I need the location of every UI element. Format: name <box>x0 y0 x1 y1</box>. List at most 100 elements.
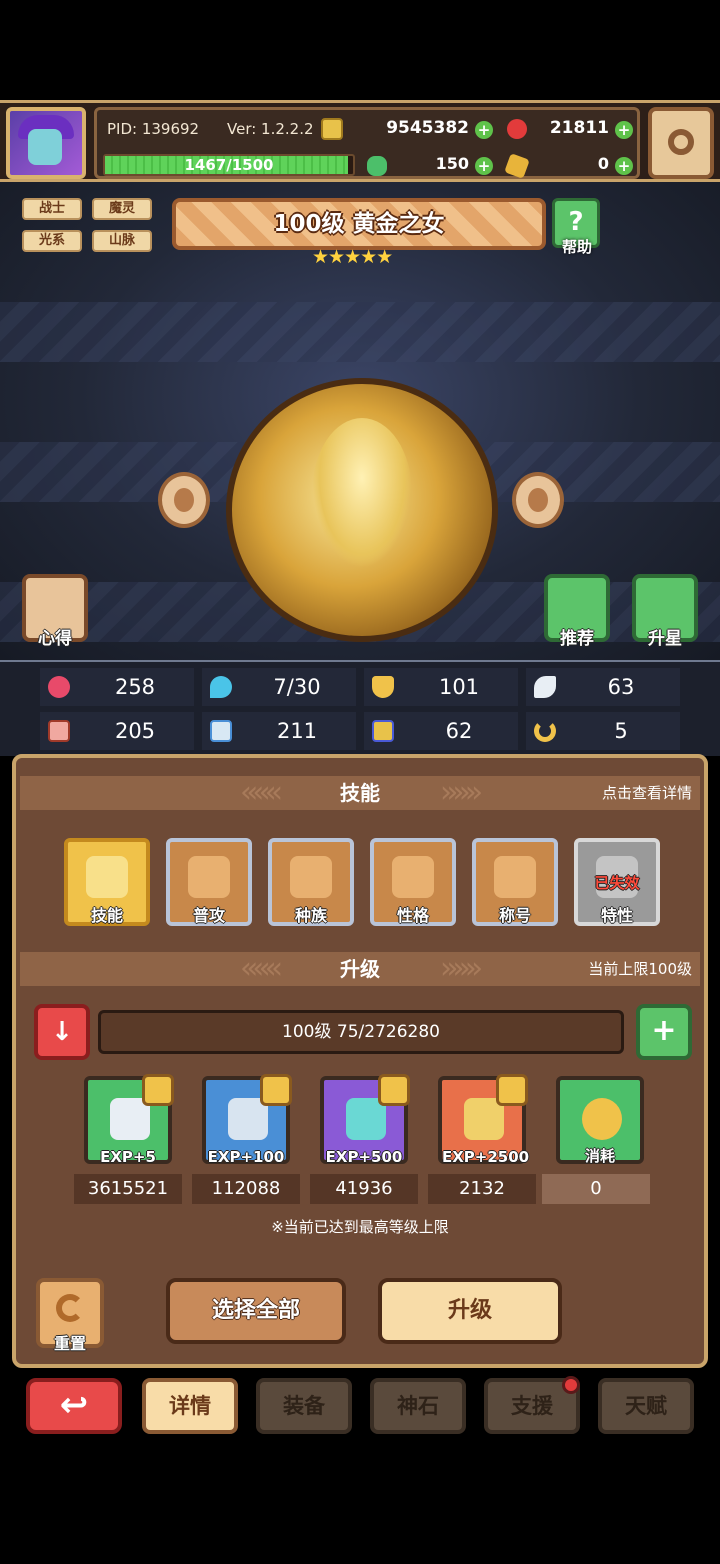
tab-equipment[interactable]: 装备 <box>256 1378 352 1434</box>
key-icon <box>504 153 530 179</box>
refresh-icon <box>56 1294 84 1322</box>
stat-value: 62 <box>445 719 473 743</box>
exp-item-label: EXP+2500 <box>442 1148 530 1166</box>
tab-divine-stone[interactable]: 神石 <box>370 1378 466 1434</box>
exp-item-count: 2132 <box>428 1174 536 1204</box>
tag-race: 魔灵 <box>92 198 152 220</box>
scroll-icon <box>372 720 394 742</box>
skill-slot-personality[interactable]: 性格 <box>370 838 456 926</box>
key-amount: 0 <box>597 154 609 173</box>
stat-value: 5 <box>614 719 628 743</box>
trait-expired-label: 已失效 <box>594 874 640 892</box>
hexagram-icon <box>290 856 332 898</box>
hero-star-rating: ★★★★★ <box>312 246 393 268</box>
ruby-amount: 21811 <box>549 118 609 138</box>
add-stamina-button[interactable]: + <box>475 157 493 175</box>
stat-hp: 258 <box>40 668 194 706</box>
upgrade-button[interactable]: 升级 <box>378 1278 562 1344</box>
exp-cost-count: 0 <box>542 1174 650 1204</box>
gear-icon <box>668 129 694 155</box>
skill-label: 普攻 <box>192 906 225 925</box>
exp-item-5[interactable]: EXP+5 <box>84 1074 174 1166</box>
player-exp-bar: 1467/1500 <box>103 154 355 176</box>
exp-item-label: 消耗 <box>584 1147 615 1165</box>
player-avatar[interactable] <box>6 107 86 179</box>
back-button[interactable]: ↩ <box>26 1378 122 1434</box>
gold-coin-icon <box>582 1098 622 1140</box>
hero-scene: 战士 魔灵 光系 山脉 100级 黄金之女 ★★★★★ ? 帮助 心得 推荐 升… <box>0 182 720 660</box>
top-header: PID: 139692 Ver: 1.2.2.2 9545382 + 21811… <box>0 100 720 182</box>
clover-icon <box>367 156 387 176</box>
chevron-right-icon: »»» <box>440 775 483 810</box>
level-down-button[interactable]: ↓ <box>34 1004 90 1060</box>
coin-badge-icon <box>378 1074 410 1106</box>
select-all-button[interactable]: 选择全部 <box>166 1278 346 1344</box>
cave-background <box>0 302 720 362</box>
player-id: PID: 139692 <box>107 120 200 138</box>
tab-talent[interactable]: 天赋 <box>598 1378 694 1434</box>
skill-slot-normal-attack[interactable]: 普攻 <box>166 838 252 926</box>
bottom-tab-bar: ↩ 详情 装备 神石 支援 天赋 <box>0 1374 720 1440</box>
exp-item-label: EXP+500 <box>325 1148 403 1166</box>
stat-value: 258 <box>114 675 156 699</box>
skill-label: 种族 <box>294 906 327 925</box>
hero-title-banner: 100级 黄金之女 <box>172 198 546 250</box>
stat-speed: 63 <box>526 668 680 706</box>
skills-section-header: ««« 技能 »»» 点击查看详情 <box>20 776 700 810</box>
resource-panel: PID: 139692 Ver: 1.2.2.2 9545382 + 21811… <box>94 107 640 179</box>
stat-attack: 205 <box>40 712 194 750</box>
skill-slot-skill[interactable]: 技能 <box>64 838 150 926</box>
skill-label: 性格 <box>396 906 429 925</box>
stat-value: 205 <box>114 719 156 743</box>
shield-icon <box>372 676 394 698</box>
avatar-face <box>28 129 62 165</box>
tab-details[interactable]: 详情 <box>142 1378 238 1434</box>
coin-badge-icon <box>260 1074 292 1106</box>
tag-terrain: 山脉 <box>92 230 152 252</box>
skill-label: 特性 <box>600 906 633 925</box>
golden-girl-sprite <box>312 418 412 568</box>
notes-label: 心得 <box>38 629 72 649</box>
settings-button[interactable] <box>648 107 714 179</box>
hero-title: 100级 黄金之女 <box>273 211 445 237</box>
star-up-label: 升星 <box>648 629 682 649</box>
exp-item-500[interactable]: EXP+500 <box>320 1074 410 1166</box>
coin-badge-icon <box>496 1074 528 1106</box>
exp-item-count: 112088 <box>192 1174 300 1204</box>
hero-portrait <box>226 378 498 642</box>
hero-stats: 258 7/30 101 63 205 211 62 5 <box>0 660 720 756</box>
skill-slot-trait[interactable]: 已失效 特性 <box>574 838 660 926</box>
coin-badge-icon <box>142 1074 174 1106</box>
skill-slot-title[interactable]: 称号 <box>472 838 558 926</box>
recommend-label: 推荐 <box>560 629 594 649</box>
arrow-left-icon <box>174 488 194 512</box>
skills-section-title: 技能 <box>340 781 380 805</box>
hero-detail-panel: ««« 技能 »»» 点击查看详情 技能 普攻 种族 性格 称号 已失效 特性 … <box>12 754 708 1368</box>
heart-icon <box>86 856 128 898</box>
tag-class: 战士 <box>22 198 82 220</box>
exp-item-label: EXP+100 <box>207 1148 285 1166</box>
add-gold-button[interactable]: + <box>475 121 493 139</box>
water-drop-icon <box>210 676 232 698</box>
stat-defense: 101 <box>364 668 518 706</box>
ruby-icon <box>507 119 527 139</box>
upgrade-section-header: ««« 升级 »»» 当前上限100级 <box>20 952 700 986</box>
level-up-plus-button[interactable]: + <box>636 1004 692 1060</box>
stat-value: 7/30 <box>273 675 321 699</box>
horseshoe-icon <box>534 720 556 742</box>
next-hero-button[interactable] <box>512 472 564 528</box>
exp-item-count: 3615521 <box>74 1174 182 1204</box>
add-ruby-button[interactable]: + <box>615 121 633 139</box>
add-key-button[interactable]: + <box>615 157 633 175</box>
exp-item-2500[interactable]: EXP+2500 <box>438 1074 530 1166</box>
stamina-amount: 150 <box>435 154 469 173</box>
exp-item-100[interactable]: EXP+100 <box>202 1074 292 1166</box>
arrow-right-icon <box>528 488 548 512</box>
skill-label: 称号 <box>498 906 531 925</box>
skill-slot-race[interactable]: 种族 <box>268 838 354 926</box>
stat-value: 63 <box>607 675 635 699</box>
view-details-link[interactable]: 点击查看详情 <box>602 776 692 810</box>
version-label: Ver: 1.2.2.2 <box>227 120 314 138</box>
previous-hero-button[interactable] <box>158 472 210 528</box>
level-cap-label: 当前上限100级 <box>588 960 692 978</box>
